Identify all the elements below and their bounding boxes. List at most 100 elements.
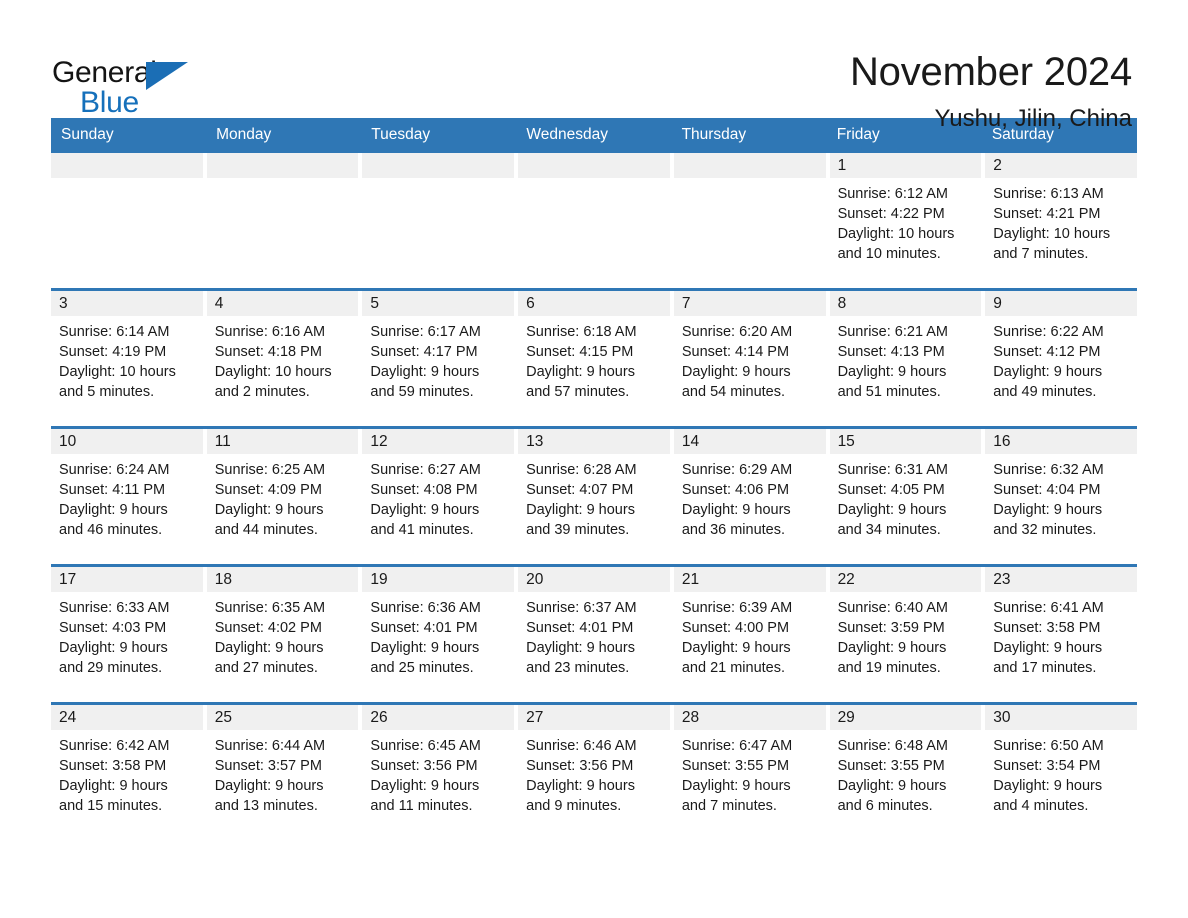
day-cell[interactable]: 25 Sunrise: 6:44 AM Sunset: 3:57 PM Dayligh… xyxy=(206,705,359,834)
sunset-text: Sunset: 4:02 PM xyxy=(214,620,322,636)
day-number: 29 xyxy=(829,705,982,730)
sunset-text: Sunset: 4:18 PM xyxy=(214,344,322,360)
daylight-text: Daylight: 9 hours and 9 minutes. xyxy=(526,778,639,814)
day-cell[interactable]: 5 Sunrise: 6:17 AM Sunset: 4:17 PM Daylight… xyxy=(362,291,515,420)
day-cell[interactable]: 2 Sunrise: 6:13 AM Sunset: 4:21 PM Daylight… xyxy=(985,153,1137,282)
day-cell[interactable]: 29 Sunrise: 6:48 AM Sunset: 3:55 PM Dayligh… xyxy=(829,705,982,834)
sunrise-text: Sunrise: 6:36 AM xyxy=(370,600,481,616)
day-cell[interactable]: 26 Sunrise: 6:45 AM Sunset: 3:56 PM Dayligh… xyxy=(362,705,515,834)
day-details: Sunrise: 6:25 AM Sunset: 4:09 PM Daylight:… xyxy=(207,454,359,540)
day-number: 30 xyxy=(985,705,1137,730)
day-number: 16 xyxy=(985,429,1137,454)
sunrise-text: Sunrise: 6:50 AM xyxy=(993,738,1104,754)
day-cell-empty xyxy=(206,153,359,282)
sunrise-text: Sunrise: 6:31 AM xyxy=(837,462,948,478)
day-details: Sunrise: 6:41 AM Sunset: 3:58 PM Daylight:… xyxy=(985,592,1137,678)
sunset-text: Sunset: 3:56 PM xyxy=(370,758,478,774)
sunset-text: Sunset: 4:15 PM xyxy=(526,344,634,360)
week-row: 17 Sunrise: 6:33 AM Sunset: 4:03 PM Dayligh… xyxy=(51,564,1137,696)
sunset-text: Sunset: 4:13 PM xyxy=(837,344,945,360)
daylight-text: Daylight: 9 hours and 44 minutes. xyxy=(214,502,328,538)
week-row: 1 Sunrise: 6:12 AM Sunset: 4:22 PM Daylight… xyxy=(51,153,1137,282)
day-details: Sunrise: 6:47 AM Sunset: 3:55 PM Daylight:… xyxy=(674,730,826,816)
daylight-text: Daylight: 9 hours and 7 minutes. xyxy=(681,778,795,814)
day-number: 3 xyxy=(51,291,203,316)
day-cell[interactable]: 19 Sunrise: 6:36 AM Sunset: 4:01 PM Dayligh… xyxy=(362,567,515,696)
sunrise-text: Sunrise: 6:17 AM xyxy=(370,324,481,340)
sunrise-text: Sunrise: 6:29 AM xyxy=(681,462,793,478)
day-number: 27 xyxy=(518,705,670,730)
day-details: Sunrise: 6:16 AM Sunset: 4:18 PM Daylight:… xyxy=(207,316,359,402)
day-details: Sunrise: 6:36 AM Sunset: 4:01 PM Daylight:… xyxy=(362,592,514,678)
sunset-text: Sunset: 3:57 PM xyxy=(214,758,322,774)
weekday-header-wednesday: Wednesday xyxy=(526,126,608,143)
sunset-text: Sunset: 4:11 PM xyxy=(59,482,166,498)
sunrise-text: Sunrise: 6:48 AM xyxy=(837,738,948,754)
daylight-text: Daylight: 9 hours and 34 minutes. xyxy=(837,502,951,538)
daylight-text: Daylight: 9 hours and 36 minutes. xyxy=(681,502,795,538)
daylight-text: Daylight: 10 hours and 10 minutes. xyxy=(837,226,959,262)
page-title: November 2024 xyxy=(849,50,1132,94)
sunset-text: Sunset: 4:14 PM xyxy=(681,344,790,360)
sunrise-text: Sunrise: 6:42 AM xyxy=(59,738,170,754)
day-details: Sunrise: 6:35 AM Sunset: 4:02 PM Daylight:… xyxy=(207,592,359,678)
day-cell[interactable]: 3 Sunrise: 6:14 AM Sunset: 4:19 PM Daylight… xyxy=(51,291,203,420)
day-cell[interactable]: 17 Sunrise: 6:33 AM Sunset: 4:03 PM Dayligh… xyxy=(51,567,203,696)
day-details: Sunrise: 6:31 AM Sunset: 4:05 PM Daylight:… xyxy=(830,454,982,540)
day-cell[interactable]: 10 Sunrise: 6:24 AM Sunset: 4:11 PM Dayligh… xyxy=(51,429,203,558)
sunrise-text: Sunrise: 6:14 AM xyxy=(59,324,170,340)
day-details: Sunrise: 6:13 AM Sunset: 4:21 PM Daylight:… xyxy=(985,178,1137,264)
day-cell[interactable]: 1 Sunrise: 6:12 AM Sunset: 4:22 PM Daylight… xyxy=(829,153,982,282)
day-cell[interactable]: 22 Sunrise: 6:40 AM Sunset: 3:59 PM Dayligh… xyxy=(829,567,982,696)
day-cell[interactable]: 24 Sunrise: 6:42 AM Sunset: 3:58 PM Dayligh… xyxy=(51,705,203,834)
general-blue-logo: General Blue xyxy=(52,56,202,126)
sunset-text: Sunset: 3:54 PM xyxy=(993,758,1101,774)
day-number: 21 xyxy=(673,567,826,592)
day-cell[interactable]: 9 Sunrise: 6:22 AM Sunset: 4:12 PM Daylight… xyxy=(985,291,1137,420)
day-cell[interactable]: 6 Sunrise: 6:18 AM Sunset: 4:15 PM Daylight… xyxy=(518,291,670,420)
day-details: Sunrise: 6:22 AM Sunset: 4:12 PM Daylight:… xyxy=(985,316,1137,402)
day-cell[interactable]: 27 Sunrise: 6:46 AM Sunset: 3:56 PM Dayligh… xyxy=(518,705,670,834)
daylight-text: Daylight: 9 hours and 57 minutes. xyxy=(526,364,639,400)
day-cell[interactable]: 13 Sunrise: 6:28 AM Sunset: 4:07 PM Dayligh… xyxy=(518,429,670,558)
logo-text-blue: Blue xyxy=(80,86,139,119)
daylight-text: Daylight: 9 hours and 25 minutes. xyxy=(370,640,484,676)
day-details: Sunrise: 6:40 AM Sunset: 3:59 PM Daylight:… xyxy=(830,592,982,678)
day-cell[interactable]: 21 Sunrise: 6:39 AM Sunset: 4:00 PM Dayligh… xyxy=(673,567,826,696)
day-cell[interactable]: 16 Sunrise: 6:32 AM Sunset: 4:04 PM Dayligh… xyxy=(985,429,1137,558)
weekday-header-monday: Monday xyxy=(216,126,272,143)
daylight-text: Daylight: 9 hours and 51 minutes. xyxy=(837,364,951,400)
daylight-text: Daylight: 10 hours and 5 minutes. xyxy=(59,364,180,400)
day-details: Sunrise: 6:28 AM Sunset: 4:07 PM Daylight:… xyxy=(518,454,670,540)
weekday-header-thursday: Thursday xyxy=(681,126,747,143)
day-number: 1 xyxy=(829,153,982,178)
sunrise-text: Sunrise: 6:33 AM xyxy=(59,600,170,616)
day-number xyxy=(206,153,359,178)
day-number: 5 xyxy=(362,291,515,316)
day-details: Sunrise: 6:21 AM Sunset: 4:13 PM Daylight:… xyxy=(830,316,982,402)
day-cell[interactable]: 12 Sunrise: 6:27 AM Sunset: 4:08 PM Dayligh… xyxy=(362,429,515,558)
day-number: 26 xyxy=(362,705,515,730)
day-cell[interactable]: 8 Sunrise: 6:21 AM Sunset: 4:13 PM Daylight… xyxy=(829,291,982,420)
day-details: Sunrise: 6:17 AM Sunset: 4:17 PM Daylight:… xyxy=(362,316,514,402)
day-cell[interactable]: 15 Sunrise: 6:31 AM Sunset: 4:05 PM Dayligh… xyxy=(829,429,982,558)
day-cell[interactable]: 30 Sunrise: 6:50 AM Sunset: 3:54 PM Dayligh… xyxy=(985,705,1137,834)
day-cell[interactable]: 4 Sunrise: 6:16 AM Sunset: 4:18 PM Daylight… xyxy=(206,291,359,420)
day-cell[interactable]: 18 Sunrise: 6:35 AM Sunset: 4:02 PM Dayligh… xyxy=(206,567,359,696)
sunset-text: Sunset: 3:55 PM xyxy=(681,758,790,774)
day-details: Sunrise: 6:32 AM Sunset: 4:04 PM Daylight:… xyxy=(985,454,1137,540)
day-number xyxy=(518,153,670,178)
day-cell[interactable]: 23 Sunrise: 6:41 AM Sunset: 3:58 PM Dayligh… xyxy=(985,567,1137,696)
day-number: 18 xyxy=(206,567,359,592)
day-cell[interactable]: 28 Sunrise: 6:47 AM Sunset: 3:55 PM Dayligh… xyxy=(673,705,826,834)
day-cell[interactable]: 11 Sunrise: 6:25 AM Sunset: 4:09 PM Dayligh… xyxy=(206,429,359,558)
day-number xyxy=(673,153,826,178)
day-cell[interactable]: 14 Sunrise: 6:29 AM Sunset: 4:06 PM Dayligh… xyxy=(673,429,826,558)
sunset-text: Sunset: 4:12 PM xyxy=(993,344,1101,360)
sunset-text: Sunset: 4:08 PM xyxy=(370,482,478,498)
day-cell[interactable]: 20 Sunrise: 6:37 AM Sunset: 4:01 PM Dayligh… xyxy=(518,567,670,696)
sunrise-text: Sunrise: 6:35 AM xyxy=(214,600,326,616)
daylight-text: Daylight: 9 hours and 17 minutes. xyxy=(993,640,1107,676)
day-number xyxy=(362,153,515,178)
day-cell[interactable]: 7 Sunrise: 6:20 AM Sunset: 4:14 PM Daylight… xyxy=(673,291,826,420)
